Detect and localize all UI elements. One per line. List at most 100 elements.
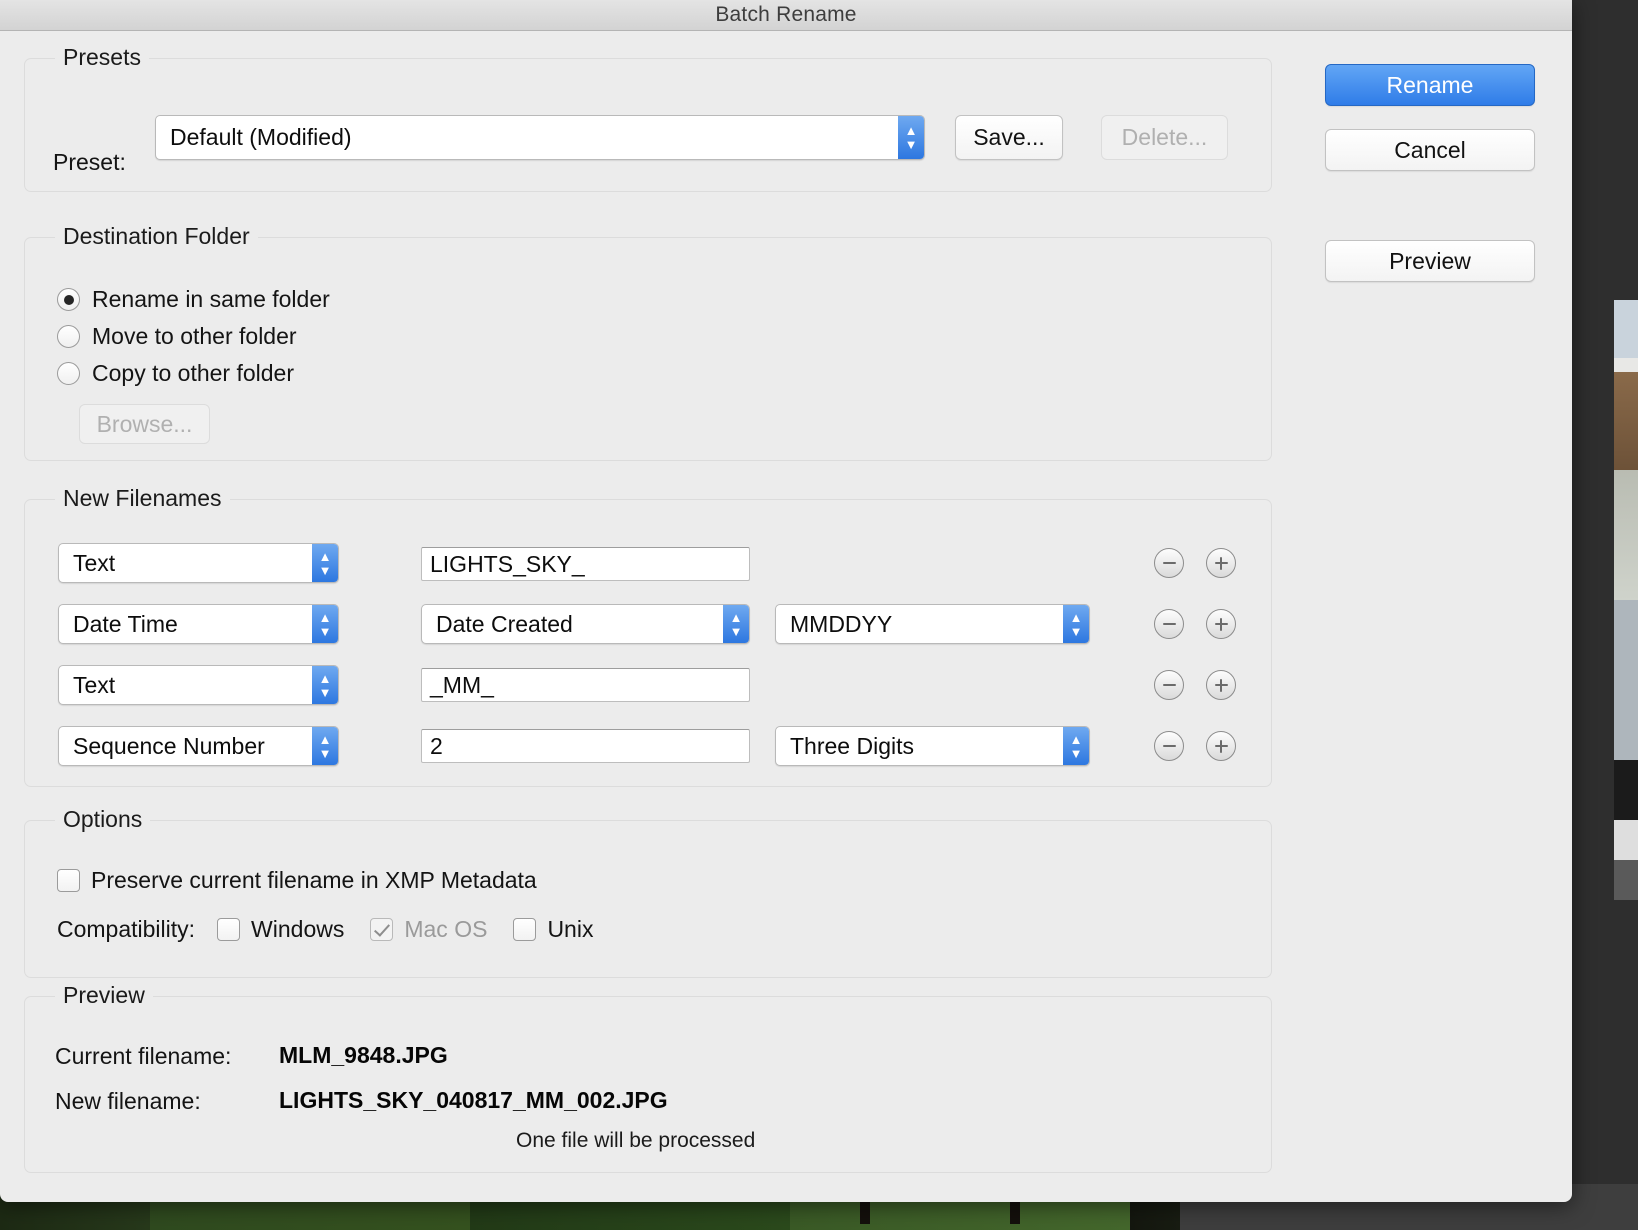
compat-unix-checkbox-row[interactable]: Unix xyxy=(513,916,593,943)
chevron-updown-icon: ▲ ▼ xyxy=(312,544,338,582)
preserve-filename-label: Preserve current filename in XMP Metadat… xyxy=(91,867,537,893)
plus-circle-icon[interactable] xyxy=(1206,731,1236,761)
filename-part-text-input-1[interactable]: LIGHTS_SKY_ xyxy=(421,547,750,581)
filename-part-row-buttons-4 xyxy=(1154,731,1236,761)
plus-circle-icon[interactable] xyxy=(1206,548,1236,578)
delete-preset-label: Delete... xyxy=(1121,124,1208,150)
radio-rename-in-same-folder[interactable]: Rename in same folder xyxy=(57,286,330,313)
filename-part-text-value-3: _MM_ xyxy=(430,671,494,698)
preset-label-wrap: Preset: xyxy=(53,149,126,176)
filename-part-format-select-4[interactable]: Three Digits ▲ ▼ xyxy=(775,726,1090,766)
browse-label: Browse... xyxy=(96,410,193,437)
radio-indicator xyxy=(57,288,80,311)
filename-part-format-value-2: MMDDYY xyxy=(790,610,893,637)
preserve-filename-checkbox-row[interactable]: Preserve current filename in XMP Metadat… xyxy=(57,867,537,894)
new-filenames-group-title: New Filenames xyxy=(55,485,230,512)
new-filename-value-wrap: LIGHTS_SKY_040817_MM_002.JPG xyxy=(279,1087,668,1114)
cancel-button[interactable]: Cancel xyxy=(1325,129,1535,171)
batch-rename-dialog: Batch Rename Presets Preset: Default (Mo… xyxy=(0,0,1572,1202)
process-count-note: One file will be processed xyxy=(516,1129,756,1152)
chevron-updown-icon: ▲ ▼ xyxy=(1063,605,1089,643)
filename-part-text-value-1: LIGHTS_SKY_ xyxy=(430,550,585,577)
compat-macos-label: Mac OS xyxy=(404,916,488,942)
filename-part-row-buttons-1 xyxy=(1154,548,1236,578)
preset-select[interactable]: Default (Modified) ▲ ▼ xyxy=(155,115,925,160)
filename-part-type-select-3[interactable]: Text ▲ ▼ xyxy=(58,665,339,705)
compat-windows-checkbox-row[interactable]: Windows xyxy=(217,916,344,943)
filename-part-row-buttons-2 xyxy=(1154,609,1236,639)
current-filename-row: Current filename: xyxy=(55,1043,231,1070)
preset-label: Preset: xyxy=(53,149,126,175)
save-preset-label: Save... xyxy=(973,124,1045,150)
filename-part-type-value-1: Text xyxy=(73,549,116,576)
preview-button[interactable]: Preview xyxy=(1325,240,1535,282)
compat-windows-label: Windows xyxy=(251,916,345,942)
radio-indicator xyxy=(57,325,80,348)
compat-macos-checkbox-row: Mac OS xyxy=(370,916,487,943)
minus-circle-icon[interactable] xyxy=(1154,731,1184,761)
compatibility-row: Compatibility: Windows Mac OS Unix xyxy=(57,916,593,943)
compat-windows-checkbox[interactable] xyxy=(217,918,241,941)
chevron-updown-icon: ▲ ▼ xyxy=(312,727,338,765)
chevron-updown-icon: ▲ ▼ xyxy=(312,605,338,643)
options-group: Options xyxy=(24,806,1272,978)
filename-part-type-value-4: Sequence Number xyxy=(73,732,265,759)
background-photo-right-edge xyxy=(1614,300,1638,900)
minus-circle-icon[interactable] xyxy=(1154,548,1184,578)
radio-label: Copy to other folder xyxy=(92,360,295,386)
filename-part-text-input-3[interactable]: _MM_ xyxy=(421,668,750,702)
browse-button[interactable]: Browse... xyxy=(79,404,210,444)
filename-part-row-buttons-3 xyxy=(1154,670,1236,700)
minus-circle-icon[interactable] xyxy=(1154,609,1184,639)
preview-button-label: Preview xyxy=(1389,247,1471,274)
destination-folder-group-title: Destination Folder xyxy=(55,223,258,250)
compat-unix-label: Unix xyxy=(547,916,594,942)
radio-indicator xyxy=(57,362,80,385)
preview-group-title: Preview xyxy=(55,982,153,1009)
current-filename-label: Current filename: xyxy=(55,1043,232,1069)
title-bar[interactable]: Batch Rename xyxy=(0,0,1572,31)
options-group-title: Options xyxy=(55,806,151,833)
filename-part-type-value-3: Text xyxy=(73,671,116,698)
dialog-body: Presets Preset: Default (Modified) ▲ ▼ Sa… xyxy=(0,31,1572,1202)
compat-macos-checkbox xyxy=(370,918,394,941)
preserve-filename-checkbox[interactable] xyxy=(57,869,80,892)
filename-part-format-value-4: Three Digits xyxy=(790,732,914,759)
radio-label: Move to other folder xyxy=(92,323,297,349)
compat-unix-checkbox[interactable] xyxy=(513,918,537,941)
radio-copy-to-other-folder[interactable]: Copy to other folder xyxy=(57,360,294,387)
preset-select-value: Default (Modified) xyxy=(170,124,352,150)
new-filename-value: LIGHTS_SKY_040817_MM_002.JPG xyxy=(279,1087,668,1113)
chevron-updown-icon: ▲ ▼ xyxy=(723,605,749,643)
window-title: Batch Rename xyxy=(715,3,857,26)
plus-circle-icon[interactable] xyxy=(1206,670,1236,700)
rename-button-label: Rename xyxy=(1386,71,1474,98)
filename-part-type-select-4[interactable]: Sequence Number ▲ ▼ xyxy=(58,726,339,766)
presets-group-title: Presets xyxy=(55,44,149,71)
chevron-updown-icon: ▲ ▼ xyxy=(312,666,338,704)
chevron-updown-icon: ▲ ▼ xyxy=(898,116,924,159)
plus-circle-icon[interactable] xyxy=(1206,609,1236,639)
process-count-note-wrap: One file will be processed xyxy=(516,1129,755,1153)
new-filename-label: New filename: xyxy=(55,1088,201,1114)
minus-circle-icon[interactable] xyxy=(1154,670,1184,700)
radio-label: Rename in same folder xyxy=(92,286,330,312)
compatibility-label: Compatibility: xyxy=(57,916,196,942)
filename-part-type-value-2: Date Time xyxy=(73,610,178,637)
filename-part-text-value-4: 2 xyxy=(430,732,443,759)
filename-part-format-select-2[interactable]: MMDDYY ▲ ▼ xyxy=(775,604,1090,644)
current-filename-value-wrap: MLM_9848.JPG xyxy=(279,1042,448,1069)
filename-part-type-select-1[interactable]: Text ▲ ▼ xyxy=(58,543,339,583)
filename-part-type-select-2[interactable]: Date Time ▲ ▼ xyxy=(58,604,339,644)
new-filename-row: New filename: xyxy=(55,1088,201,1115)
chevron-updown-icon: ▲ ▼ xyxy=(1063,727,1089,765)
delete-preset-button[interactable]: Delete... xyxy=(1101,115,1228,160)
rename-button[interactable]: Rename xyxy=(1325,64,1535,106)
current-filename-value: MLM_9848.JPG xyxy=(279,1042,448,1068)
cancel-button-label: Cancel xyxy=(1394,136,1466,163)
radio-move-to-other-folder[interactable]: Move to other folder xyxy=(57,323,297,350)
filename-part-value-select-2[interactable]: Date Created ▲ ▼ xyxy=(421,604,750,644)
filename-part-text-input-4[interactable]: 2 xyxy=(421,729,750,763)
save-preset-button[interactable]: Save... xyxy=(955,115,1063,160)
filename-part-value-2: Date Created xyxy=(436,610,573,637)
